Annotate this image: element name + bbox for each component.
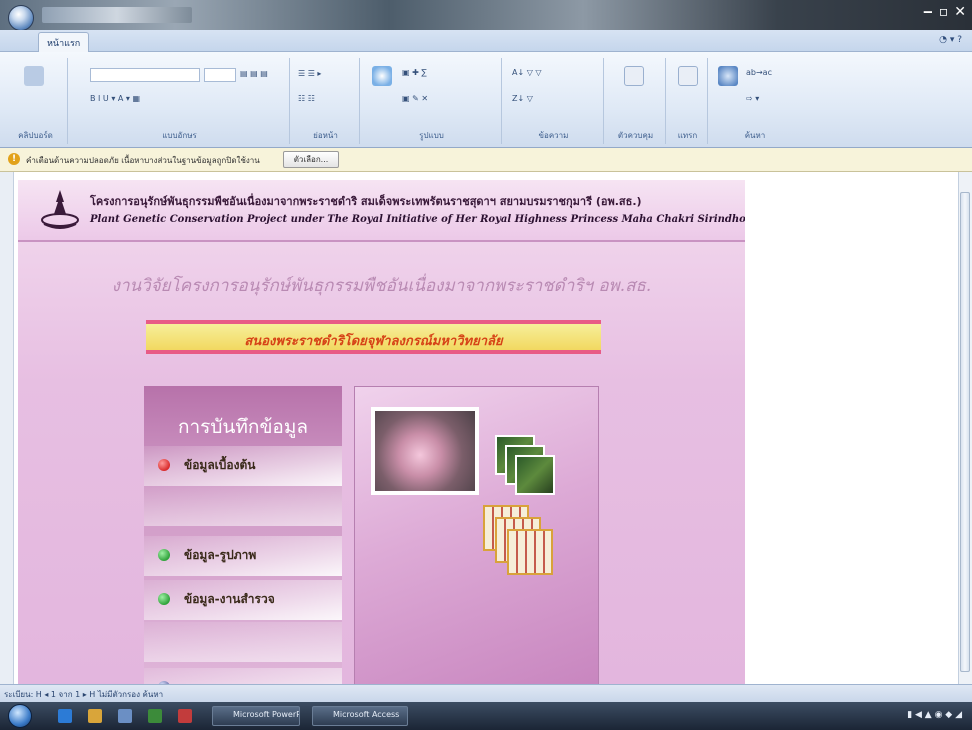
goto-button[interactable]: ⇨ ▾ [746, 94, 759, 103]
save-record-button[interactable]: ▣ ✎ ✕ [402, 94, 428, 103]
record-navigation-bar: ระเบียน: H ◂ 1 จาก 1 ▸ H ไม่มีตัวกรอง ค้… [0, 684, 972, 702]
view-icon[interactable] [24, 66, 44, 86]
tab-home[interactable]: หน้าแรก [38, 32, 90, 52]
taskbar-task-access[interactable]: Microsoft Access [312, 706, 408, 726]
vertical-scrollbar[interactable] [958, 172, 972, 684]
ribbon-group-label: ย่อหน้า [313, 131, 338, 140]
ribbon-group-find: ab→ac ⇨ ▾ ค้นหา [710, 58, 800, 144]
system-tray[interactable]: ▮ ◀ ▲ ◉ ◆ ◢ [907, 710, 962, 720]
screen: ‒ ▫ ✕ หน้าแรก ◔ ▾ ? คลิปบอร์ด ▤ ▤ ▤ B I … [0, 0, 972, 730]
ribbon-group-label: ตัวควบคุม [617, 131, 654, 140]
ribbon-group-font: ▤ ▤ ▤ B I U ▾ A ▾ ▦ แบบอักษร [70, 58, 290, 144]
ribbon-group-sort: A↓ ▽ ▽ Z↓ ▽ ข้อความ [504, 58, 604, 144]
list-buttons[interactable]: ☷ ☷ [298, 94, 315, 103]
title-bar: ‒ ▫ ✕ [0, 0, 972, 31]
form-page: โครงการอนุรักษ์พันธุกรรมพืชอันเนื่องมาจา… [18, 180, 745, 684]
document-area: โครงการอนุรักษ์พันธุกรรมพืชอันเนื่องมาจา… [0, 172, 972, 684]
green-bullet-icon [158, 549, 170, 561]
record-navigator-text[interactable]: ระเบียน: H ◂ 1 จาก 1 ▸ H ไม่มีตัวกรอง ค้… [4, 688, 163, 701]
ribbon-group-richtext: ☰ ☰ ▸ ☷ ☷ ย่อหน้า [292, 58, 360, 144]
plant-photos-icon[interactable] [495, 435, 559, 499]
ribbon-group-label: ค้นหา [744, 131, 766, 140]
sort-buttons[interactable]: A↓ ▽ ▽ [512, 68, 542, 77]
find-icon[interactable] [718, 66, 738, 86]
minimize-icon[interactable]: ‒ [923, 4, 933, 20]
switch-window-icon[interactable] [678, 66, 698, 86]
red-bullet-icon [158, 459, 170, 471]
security-message-bar: ! คำเตือนด้านความปลอดภัย เนื้อหาบางส่วนใ… [0, 148, 972, 172]
ribbon-group-label: แบบอักษร [162, 131, 197, 140]
new-record-button[interactable]: ▣ ✚ ∑ [402, 68, 427, 77]
survey-cards-icon[interactable] [483, 505, 563, 585]
media-icon[interactable] [118, 709, 132, 723]
record-selector-gutter[interactable] [0, 172, 14, 684]
page-subtitle: งานวิจัยโครงการอนุรักษ์พันธุกรรมพืชอันเน… [111, 276, 652, 296]
font-size-combo[interactable] [204, 68, 236, 82]
ie-icon[interactable] [58, 709, 72, 723]
banner: สนองพระราชดำริโดยจุฬาลงกรณ์มหาวิทยาลัย [146, 320, 601, 354]
taskbar: Microsoft PowerPoint Microsoft Access ▮ … [0, 702, 972, 730]
taskbar-task-powerpoint[interactable]: Microsoft PowerPoint [212, 706, 300, 726]
ribbon-group-label: รูปแบบ [419, 131, 444, 140]
menu-panel: การบันทึกข้อมูล ข้อมูลเบื้องต้น ข้อมูล-ร… [144, 386, 342, 684]
banner-text: สนองพระราชดำริโดยจุฬาลงกรณ์มหาวิทยาลัย [244, 334, 503, 349]
indent-buttons[interactable]: ☰ ☰ ▸ [298, 69, 321, 78]
options-button[interactable]: ตัวเลือก... [283, 151, 339, 168]
ribbon: คลิปบอร์ด ▤ ▤ ▤ B I U ▾ A ▾ ▦ แบบอักษร ☰… [0, 52, 972, 148]
format-buttons[interactable]: B I U ▾ A ▾ ▦ [90, 94, 140, 103]
ribbon-group-label: คลิปบอร์ด [18, 131, 53, 140]
font-name-combo[interactable] [90, 68, 200, 82]
page-header: โครงการอนุรักษ์พันธุกรรมพืชอันเนื่องมาจา… [18, 180, 745, 242]
align-buttons[interactable]: ▤ ▤ ▤ [240, 69, 268, 78]
ribbon-group-label: ข้อความ [538, 131, 569, 140]
security-warning-text: คำเตือนด้านความปลอดภัย เนื้อหาบางส่วนในฐ… [26, 156, 260, 165]
app-icon[interactable] [178, 709, 192, 723]
menu-item-survey[interactable]: ข้อมูล-งานสำรวจ [144, 580, 342, 620]
menu-title: การบันทึกข้อมูล [177, 416, 309, 438]
flower-photo [371, 407, 479, 495]
help-icon[interactable]: ◔ ▾ ? [939, 35, 962, 45]
image-panel [354, 386, 599, 684]
menu-spacer [144, 622, 342, 662]
header-thai-text: โครงการอนุรักษ์พันธุกรรมพืชอันเนื่องมาจา… [90, 195, 642, 208]
maximize-icon[interactable]: ▫ [939, 4, 949, 20]
filter-buttons[interactable]: Z↓ ▽ [512, 94, 533, 103]
emblem-icon [41, 190, 79, 229]
menu-item-label: ข้อมูล-งานสำรวจ [184, 592, 275, 606]
menu-item-label: ข้อมูลเบื้องต้น [184, 458, 256, 472]
header-english-text: Plant Genetic Conservation Project under… [90, 214, 745, 225]
start-button[interactable] [8, 704, 32, 728]
menu-item-images[interactable]: ข้อมูล-รูปภาพ [144, 536, 342, 576]
window-size-icon[interactable] [624, 66, 644, 86]
menu-item-label: ข้อมูล-รูปภาพ [184, 548, 257, 562]
scrollbar-thumb[interactable] [960, 192, 970, 672]
ribbon-tab-row: หน้าแรก ◔ ▾ ? [0, 30, 972, 52]
office-button[interactable] [8, 5, 34, 31]
menu-item-basic-info[interactable]: ข้อมูลเบื้องต้น [144, 446, 342, 486]
menu-item-more[interactable] [144, 668, 342, 684]
warning-icon: ! [8, 153, 20, 165]
refresh-icon[interactable] [372, 66, 392, 86]
ribbon-group-label: แทรก [677, 131, 698, 140]
menu-spacer [144, 486, 342, 526]
ribbon-group-records: ▣ ✚ ∑ ▣ ✎ ✕ รูปแบบ [362, 58, 502, 144]
app-icon[interactable] [148, 709, 162, 723]
ribbon-group-views: คลิปบอร์ด [4, 58, 68, 144]
quick-access-toolbar[interactable] [42, 7, 192, 23]
replace-button[interactable]: ab→ac [746, 68, 772, 77]
close-icon[interactable]: ✕ [954, 4, 966, 20]
window-controls: ‒ ▫ ✕ [923, 4, 966, 20]
green-bullet-icon [158, 593, 170, 605]
explorer-icon[interactable] [88, 709, 102, 723]
ribbon-group-switch: แทรก [668, 58, 708, 144]
ribbon-group-window: ตัวควบคุม [606, 58, 666, 144]
